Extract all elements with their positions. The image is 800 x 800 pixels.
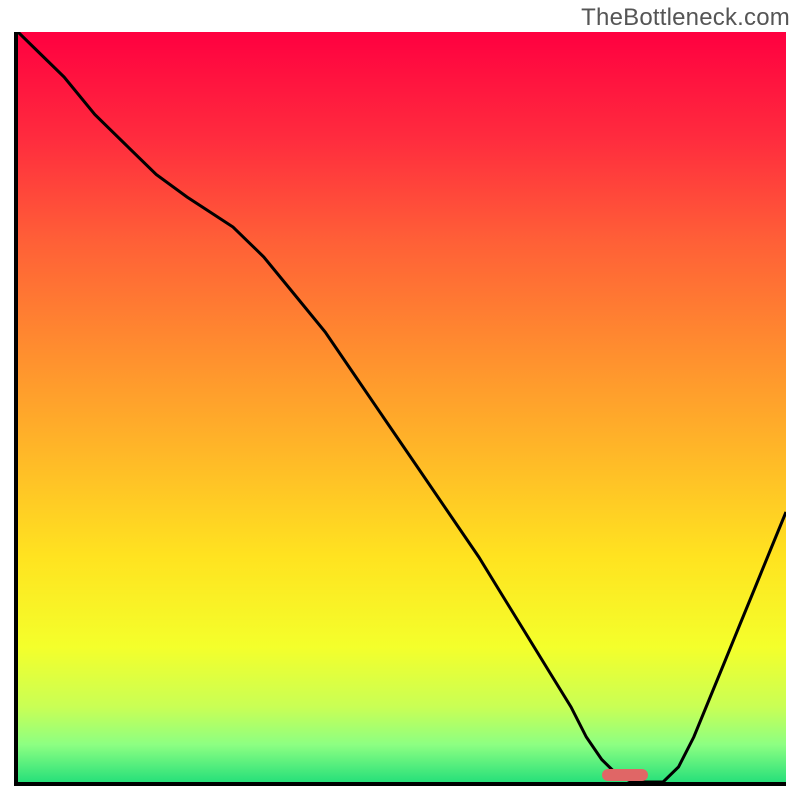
- plot-area: [14, 32, 786, 786]
- chart-svg: [18, 32, 786, 782]
- highlight-marker: [602, 769, 648, 781]
- gradient-background: [18, 32, 786, 782]
- watermark-text: TheBottleneck.com: [581, 4, 790, 32]
- chart-container: TheBottleneck.com: [0, 0, 800, 800]
